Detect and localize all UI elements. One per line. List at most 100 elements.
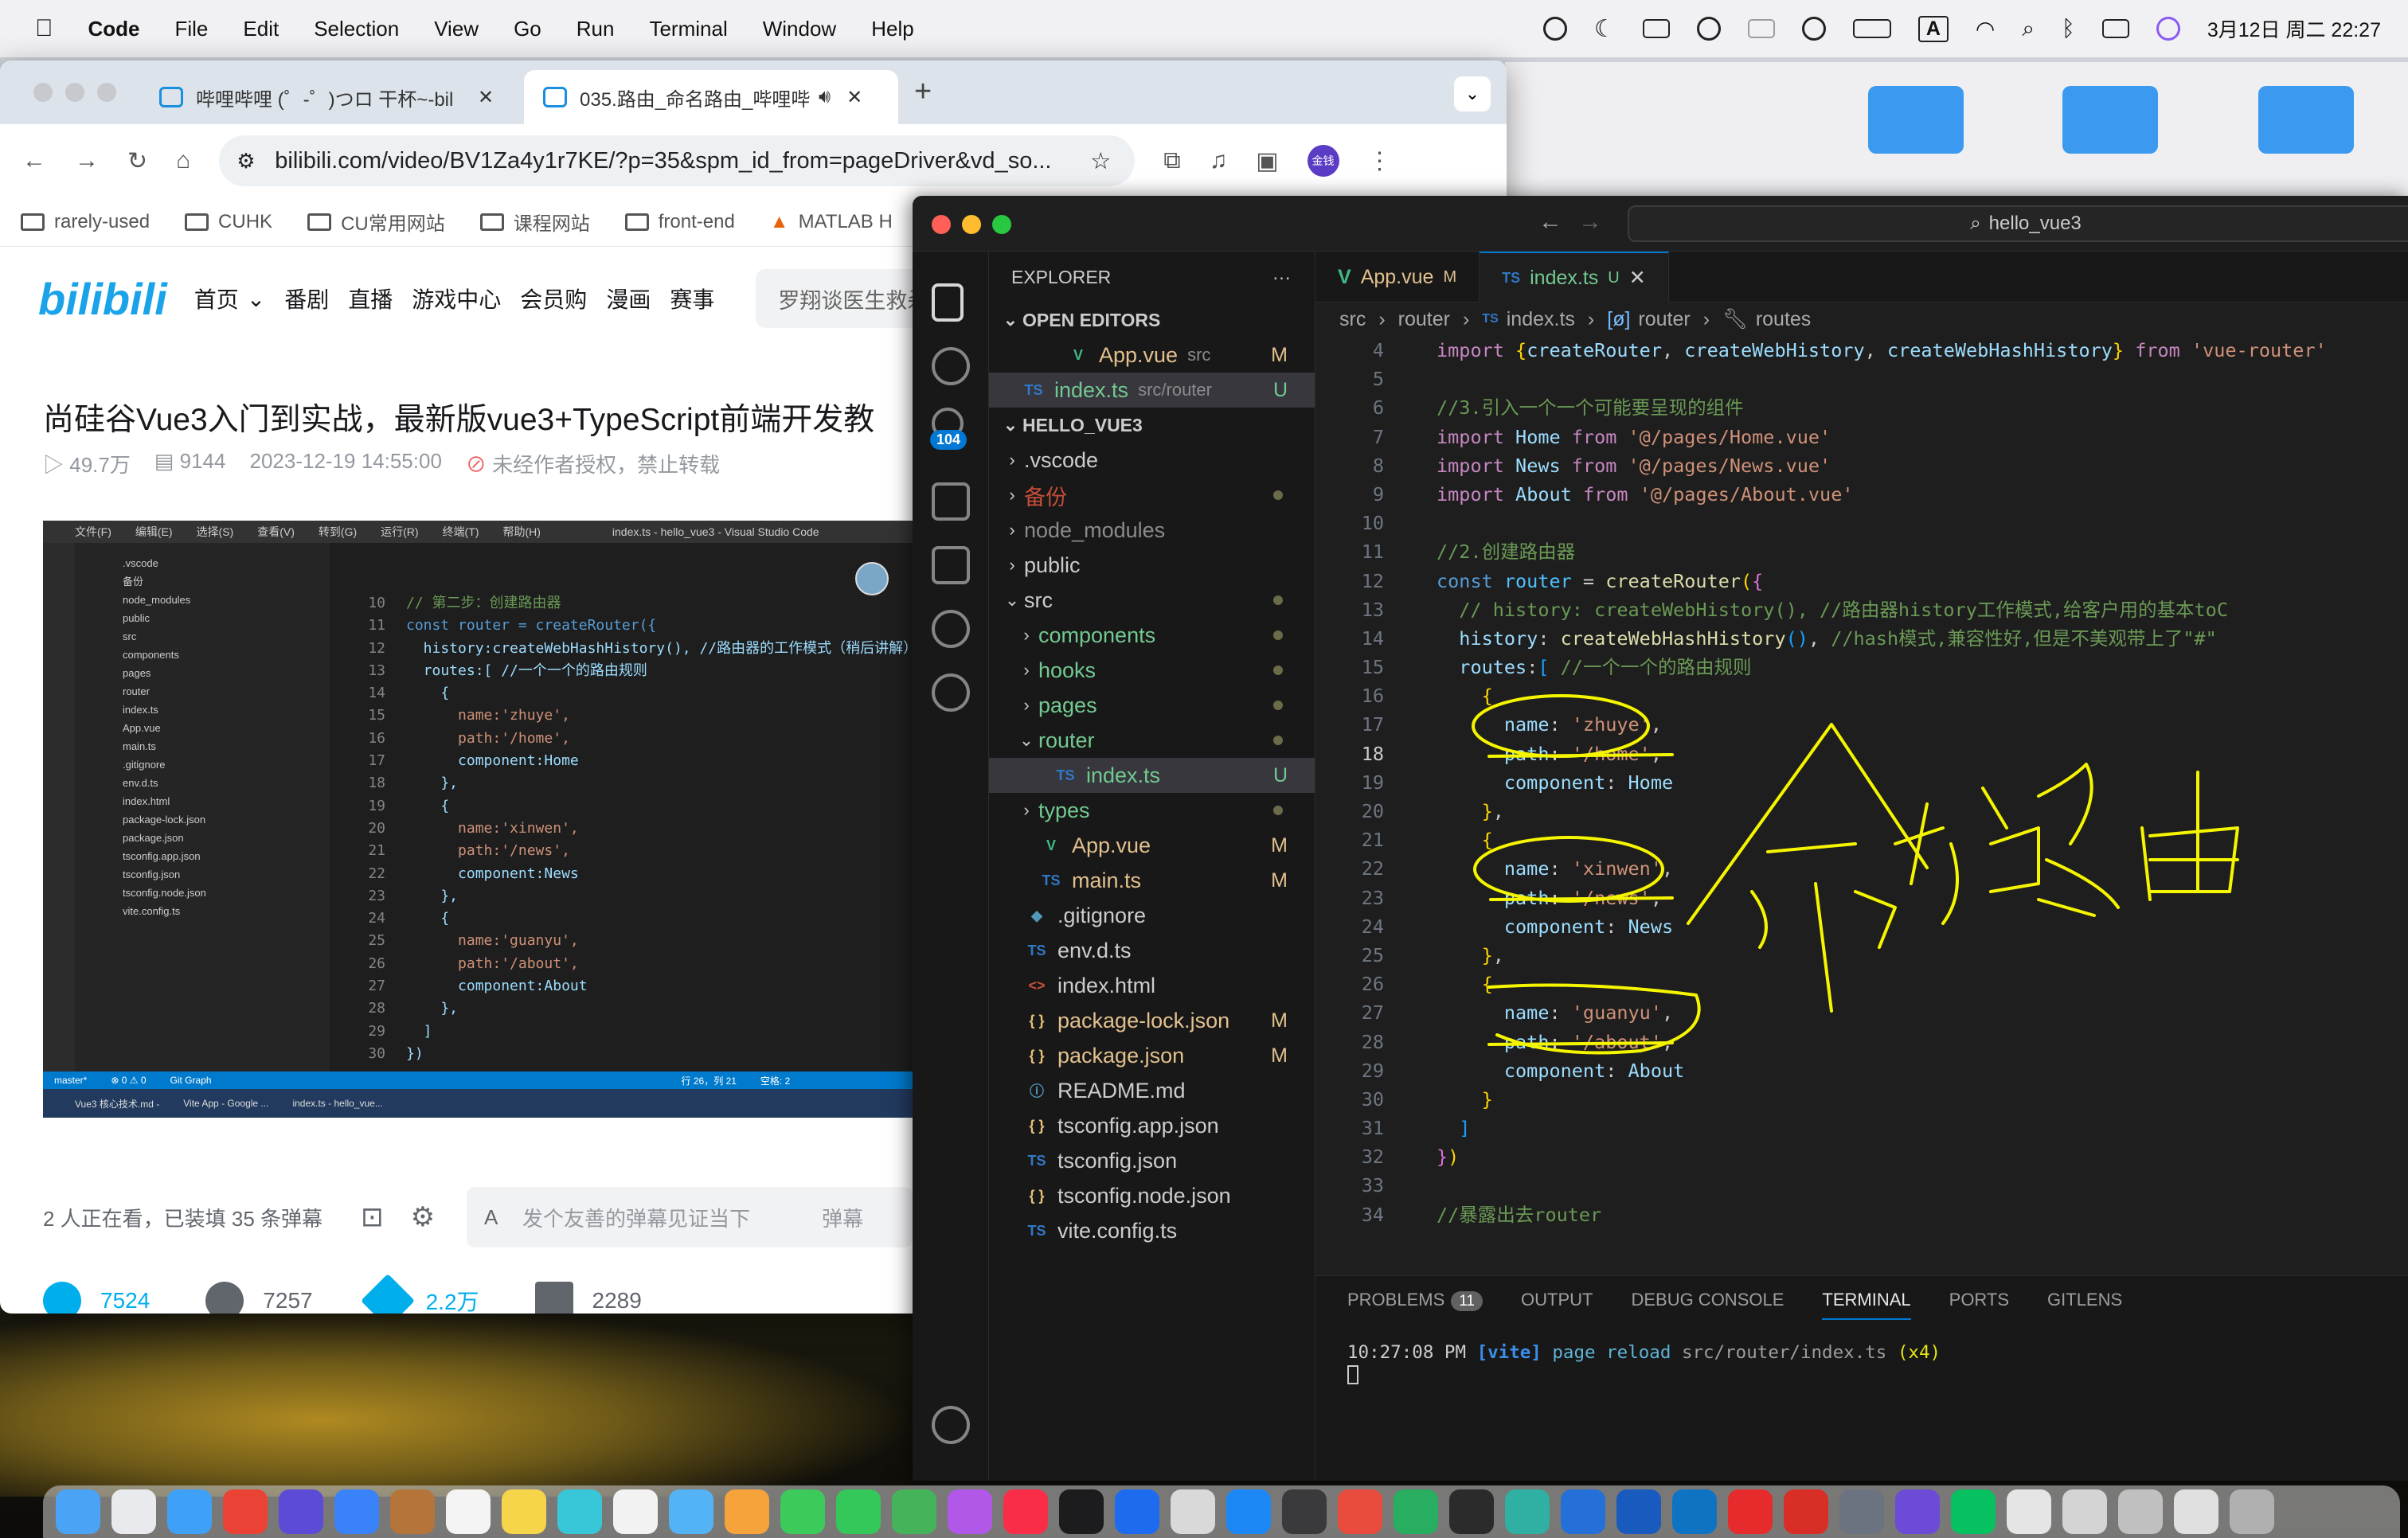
screens-icon[interactable] [1642, 19, 1670, 38]
tree-item[interactable]: { } tsconfig.app.json [989, 1108, 1315, 1143]
breadcrumb-item[interactable]: router [1398, 308, 1450, 331]
breadcrumb-item[interactable]: src [1339, 308, 1366, 331]
tree-item[interactable]: ⌄ router [989, 723, 1315, 758]
folder-icon[interactable] [2258, 86, 2354, 154]
minimize-window-button[interactable] [65, 83, 84, 102]
tab-gitlens[interactable]: GITLENS [2047, 1290, 2122, 1310]
browser-tab[interactable]: 哔哩哔哩 (゜-゜)つロ 干杯~-bil ✕ [140, 70, 522, 124]
dock-app-icon[interactable] [1394, 1489, 1438, 1534]
tree-item[interactable]: › hooks [989, 653, 1315, 688]
folder-icon[interactable] [2062, 86, 2158, 154]
browser-tab-active[interactable]: 035.路由_命名路由_哔哩哔 🔊︎ ✕ [524, 70, 898, 124]
audio-icon[interactable]: 🔊︎ [819, 86, 831, 108]
terminal-output[interactable]: 10:27:08 PM [vite] page reload src/route… [1315, 1324, 2408, 1392]
tree-item[interactable]: › types [989, 793, 1315, 828]
home-icon[interactable]: ⌂ [176, 147, 190, 174]
battery-icon[interactable] [1852, 19, 1891, 38]
coin-button[interactable]: 7257 [205, 1282, 313, 1314]
more-actions-icon[interactable]: ··· [1272, 267, 1291, 288]
tree-item[interactable]: › components [989, 618, 1315, 653]
explorer-icon[interactable] [932, 283, 964, 322]
danmaku-input[interactable]: A 发个友善的弹幕见证当下 弹幕 [467, 1187, 913, 1247]
share-button[interactable]: 2289 [534, 1282, 642, 1314]
tree-item[interactable]: { } tsconfig.node.json [989, 1178, 1315, 1213]
dock-app-icon[interactable] [279, 1489, 323, 1534]
back-icon[interactable]: ← [22, 147, 46, 174]
close-window-button[interactable] [33, 83, 53, 102]
bookmark-folder[interactable]: CU常用网站 [307, 208, 445, 236]
nav-shop[interactable]: 会员购 [520, 283, 587, 314]
menu-app-name[interactable]: Code [88, 17, 140, 41]
gitlens-icon[interactable] [932, 673, 970, 712]
tree-item[interactable]: { } package.json M [989, 1038, 1315, 1073]
tab-ports[interactable]: PORTS [1949, 1290, 2009, 1310]
moon-icon[interactable]: ☾ [1594, 15, 1616, 43]
nav-live[interactable]: 直播 [348, 283, 393, 314]
dock-app-icon[interactable] [167, 1489, 212, 1534]
media-icon[interactable]: ♫ [1210, 147, 1228, 174]
forward-icon[interactable]: → [75, 147, 99, 174]
nav-home[interactable]: 首页 [194, 283, 239, 314]
tree-item[interactable]: ⌄ src [989, 583, 1315, 618]
bookmark-folder[interactable]: 课程网站 [479, 208, 590, 236]
zoom-window-button[interactable] [992, 215, 1011, 234]
tree-item[interactable]: V App.vue M [989, 828, 1315, 863]
tree-item[interactable]: › .vscode [989, 443, 1315, 478]
tree-item[interactable]: ⓘ README.md [989, 1073, 1315, 1108]
new-tab-icon[interactable]: + [914, 75, 932, 109]
menu-edit[interactable]: Edit [243, 17, 279, 41]
sidepanel-icon[interactable]: ▣ [1256, 147, 1278, 175]
dock-app-icon[interactable] [1115, 1489, 1159, 1534]
reload-icon[interactable]: ↻ [127, 147, 147, 175]
zoom-window-button[interactable] [97, 83, 116, 102]
extensions-icon[interactable] [932, 546, 970, 584]
git-graph-icon[interactable] [932, 610, 970, 648]
dock-app-icon[interactable] [557, 1489, 602, 1534]
tree-item[interactable]: › node_modules [989, 513, 1315, 548]
tab-problems[interactable]: PROBLEMS 11 [1347, 1290, 1483, 1311]
dock-app-icon[interactable] [1784, 1489, 1828, 1534]
dock-app-icon[interactable] [223, 1489, 268, 1534]
apple-icon[interactable]:  [35, 15, 53, 42]
breadcrumb-item[interactable]: routes [1756, 308, 1811, 331]
profile-avatar[interactable]: 金钱 [1307, 145, 1339, 177]
menu-run[interactable]: Run [577, 17, 615, 41]
dock-app-icon[interactable] [1672, 1489, 1717, 1534]
tab-search-icon[interactable]: ⌄ [1454, 76, 1491, 111]
tree-item[interactable]: TS main.ts M [989, 863, 1315, 898]
tree-item[interactable]: <> index.html [989, 968, 1315, 1003]
tab-terminal[interactable]: TERMINAL [1822, 1290, 1911, 1320]
dock-app-icon[interactable] [1449, 1489, 1494, 1534]
history-icon[interactable] [1801, 17, 1826, 41]
bookmark-folder[interactable]: CUHK [185, 211, 272, 233]
more-menu-icon[interactable]: ⋮ [1368, 147, 1392, 175]
stage-icon[interactable] [1747, 19, 1775, 38]
open-editor-item[interactable]: V App.vue src M [989, 338, 1315, 373]
code-editor[interactable]: 4 import {createRouter, createWebHistory,… [1315, 336, 2408, 1229]
dock-app-icon[interactable] [1839, 1489, 1884, 1534]
bluetooth-icon[interactable]: ᛒ [2062, 16, 2075, 41]
danmaku-settings-icon[interactable]: ⚙ [411, 1201, 435, 1233]
menu-go[interactable]: Go [514, 17, 541, 41]
search-icon[interactable] [932, 347, 970, 385]
dock-app-icon[interactable] [1728, 1489, 1773, 1534]
dock-app-icon[interactable] [446, 1489, 491, 1534]
dock-app-icon[interactable] [1003, 1489, 1048, 1534]
tree-item[interactable]: TS tsconfig.json [989, 1143, 1315, 1178]
dock-app-icon[interactable] [1616, 1489, 1661, 1534]
dock-app-icon[interactable] [1226, 1489, 1271, 1534]
dock-app-icon[interactable] [2062, 1489, 2107, 1534]
forward-icon[interactable]: → [1578, 209, 1602, 236]
editor-tab-index-ts[interactable]: TS index.ts U ✕ [1480, 252, 1669, 303]
breadcrumb-item[interactable]: router [1638, 308, 1690, 331]
close-tab-icon[interactable]: ✕ [478, 86, 494, 109]
menu-file[interactable]: File [175, 17, 209, 41]
back-icon[interactable]: ← [1538, 209, 1562, 236]
bilibili-logo[interactable]: bilibili [38, 273, 167, 325]
bookmark-star-icon[interactable]: ☆ [1090, 147, 1111, 175]
wechat-icon[interactable] [1696, 17, 1721, 41]
menubar-clock[interactable]: 3月12日 周二 22:27 [2207, 14, 2381, 43]
site-info-icon[interactable]: ⚙ [236, 149, 255, 174]
dock-app-icon[interactable] [56, 1489, 100, 1534]
folder-icon[interactable] [1868, 86, 1964, 154]
